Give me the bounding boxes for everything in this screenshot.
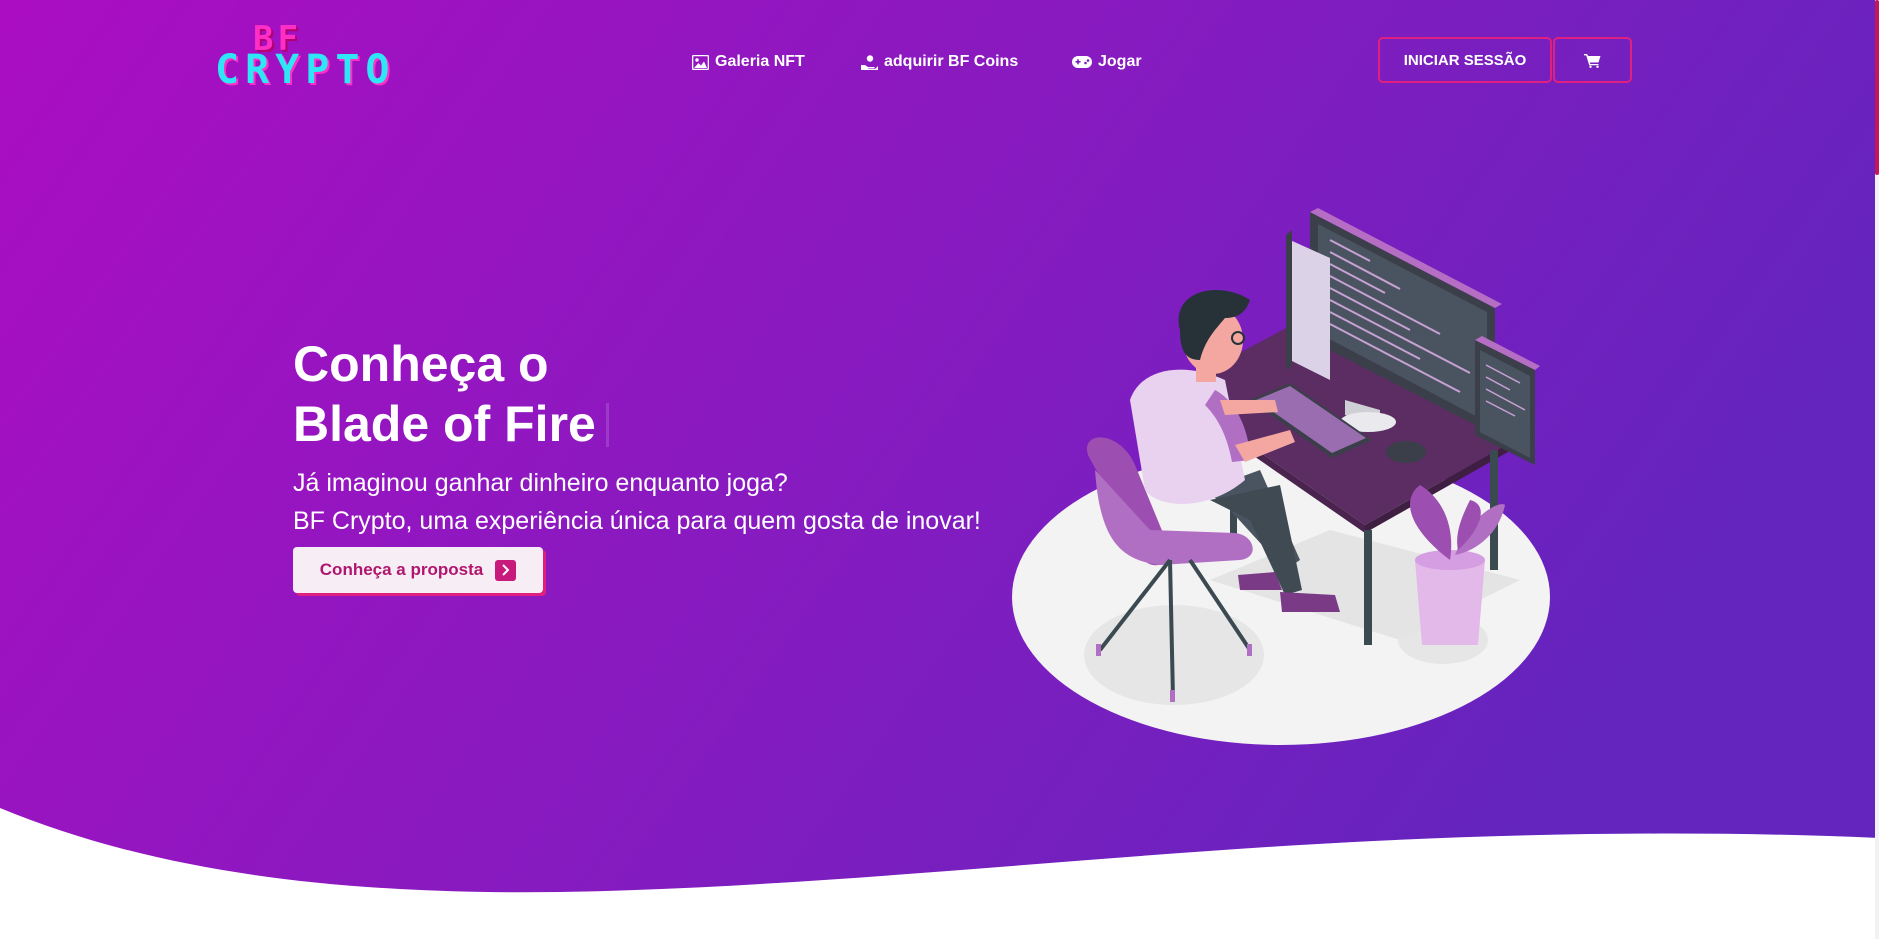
- hero-title-line1: Conheça o: [293, 336, 549, 392]
- logo[interactable]: BF CRYPTO: [215, 22, 445, 93]
- nav-jogar[interactable]: Jogar: [1072, 53, 1142, 71]
- gamepad-icon: [1072, 56, 1092, 68]
- nav-label: Galeria NFT: [715, 53, 805, 70]
- developer-at-desk-illustration: [1012, 208, 1550, 745]
- nav-galeria-nft[interactable]: Galeria NFT: [692, 53, 805, 71]
- nav-adquirir-bf-coins[interactable]: adquirir BF Coins: [861, 53, 1018, 71]
- cart-button[interactable]: [1553, 37, 1632, 83]
- hero-title: Conheça o Blade of Fire: [293, 334, 609, 454]
- hero-section: BF CRYPTO Galeria NFT adquirir BF Coins …: [0, 0, 1879, 939]
- chevron-right-icon: [495, 559, 517, 581]
- hero-subtitle-line2: BF Crypto, uma experiência única para qu…: [293, 507, 981, 535]
- logo-text-crypto: CRYPTO: [215, 47, 396, 93]
- hand-coin-icon: [861, 54, 878, 70]
- scrollbar-thumb[interactable]: [1875, 0, 1879, 175]
- hero-subtitle: Já imaginou ganhar dinheiro enquanto jog…: [293, 464, 981, 540]
- cta-conheca-proposta-button[interactable]: Conheça a proposta: [293, 547, 543, 593]
- nav-label: adquirir BF Coins: [884, 53, 1019, 70]
- cta-label: Conheça a proposta: [319, 560, 484, 579]
- login-button[interactable]: INICIAR SESSÃO: [1378, 37, 1552, 83]
- nav-label: Jogar: [1098, 53, 1142, 70]
- image-icon: [692, 54, 709, 70]
- hero-title-line2-wrap: Blade of Fire: [293, 394, 609, 454]
- hero-subtitle-line1: Já imaginou ganhar dinheiro enquanto jog…: [293, 469, 788, 497]
- cart-icon: [1584, 53, 1601, 68]
- hero-title-line2: Blade of Fire: [293, 396, 596, 452]
- typing-caret: [605, 403, 609, 447]
